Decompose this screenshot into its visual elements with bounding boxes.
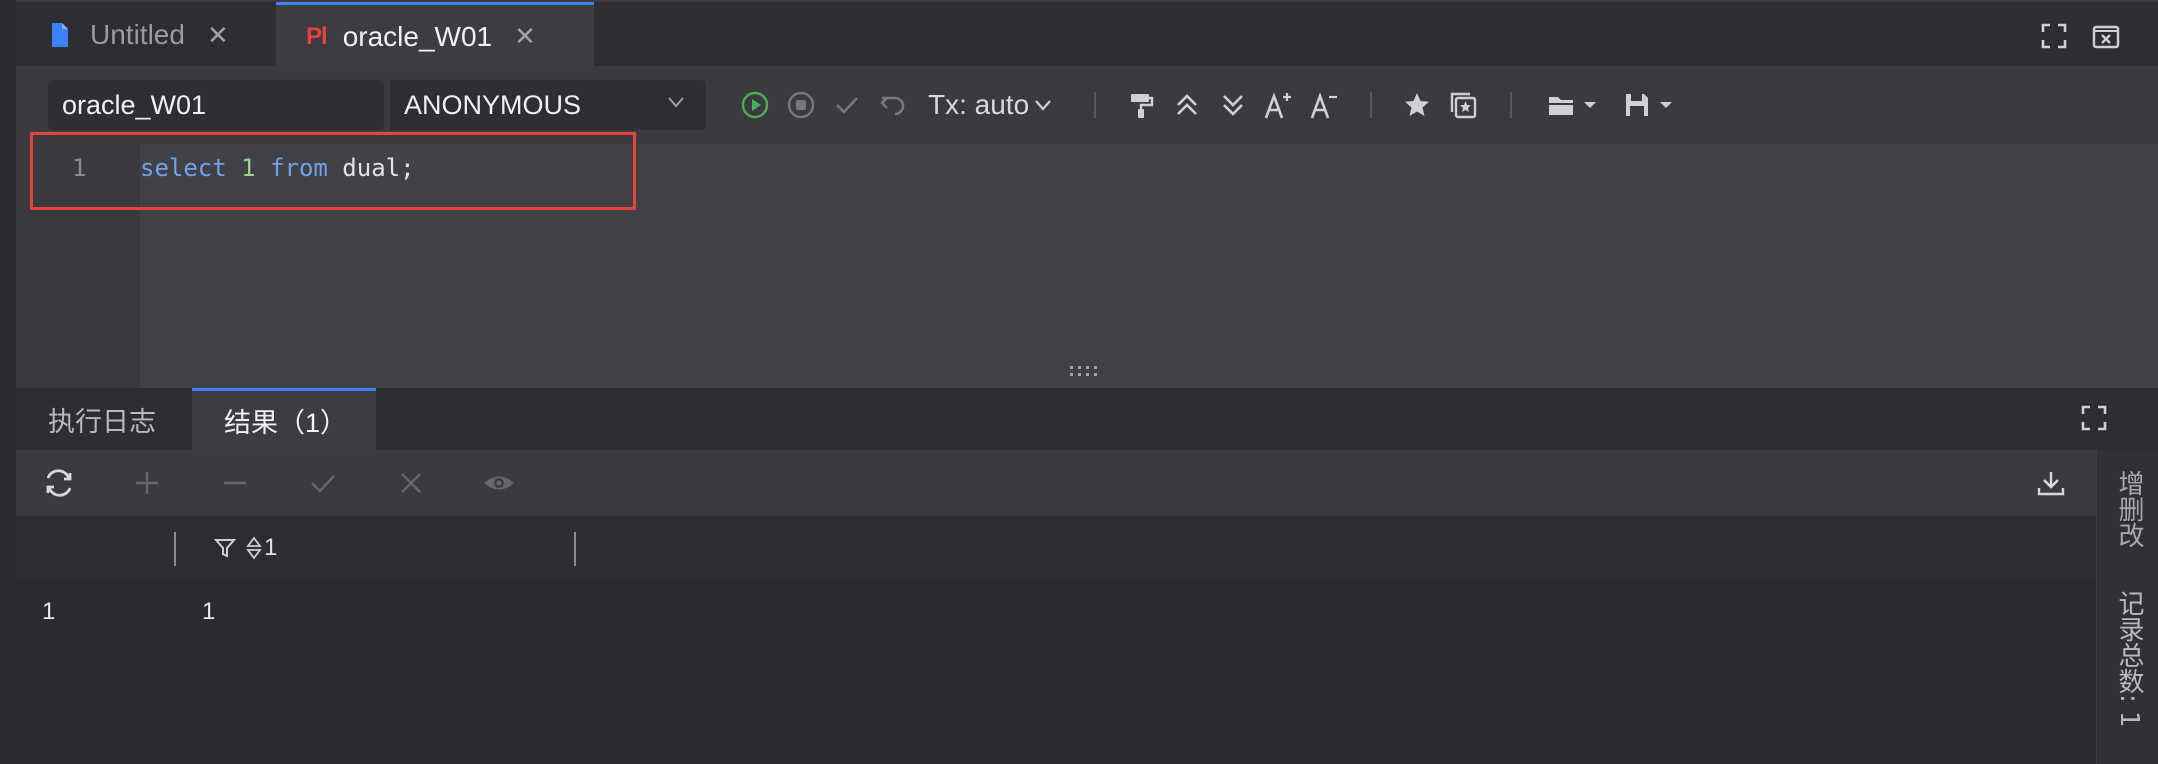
export-button[interactable] [2032,464,2070,502]
open-file-button[interactable] [1540,86,1604,124]
schema-select[interactable]: ANONYMOUS [384,80,706,130]
connection-field[interactable]: oracle_W01 [48,80,384,130]
sql-editor[interactable]: 1 select 1 from dual; [16,132,2158,388]
column-resize-handle[interactable] [174,532,176,566]
chevron-down-icon [668,97,684,108]
tx-mode-select[interactable]: Tx: auto [928,86,1053,124]
side-panel: 增删改 记录总数: 1 [2096,450,2158,764]
play-icon [741,91,769,119]
tab-untitled[interactable]: Untitled ✕ [16,2,274,68]
check-icon [836,97,858,114]
close-window-icon[interactable] [2092,22,2120,50]
preview-button[interactable] [480,464,518,502]
edit-panel-toggle[interactable]: 增删改 [2111,470,2148,548]
tab-oracle-w01[interactable]: Pl oracle_W01 ✕ [276,2,594,68]
column-resize-handle[interactable] [574,532,576,566]
cancel-changes-button[interactable] [392,464,430,502]
result-tab-bar: 执行日志 结果（1） [16,388,2158,450]
tab-execution-log[interactable]: 执行日志 [16,388,192,450]
annotation-highlight-box [30,132,636,210]
caret-down-icon [1660,102,1672,108]
close-icon [401,473,421,493]
column-header[interactable]: 1 [214,534,277,562]
tab-label: Untitled [90,19,185,50]
result-grid-header: 1 [16,516,2096,580]
collapse-all-button[interactable] [1168,86,1206,124]
schema-value: ANONYMOUS [404,89,582,120]
column-name: 1 [264,534,278,561]
undo-icon [880,96,905,116]
tab-label: 结果（1） [224,408,348,438]
favorites-list-button[interactable] [1444,86,1482,124]
record-count: 记录总数: 1 [2114,590,2144,728]
expand-all-button[interactable] [1214,86,1252,124]
run-button[interactable] [736,86,774,124]
format-button[interactable] [1122,86,1160,124]
document-icon [52,23,68,47]
eye-icon [484,476,514,490]
confirm-changes-button[interactable] [304,464,342,502]
increase-font-button[interactable] [1260,86,1298,124]
tx-mode-value: Tx: auto [928,89,1030,120]
caret-down-icon [1584,102,1596,108]
left-edge-strip [0,0,16,764]
plus-icon [136,472,158,494]
tab-result[interactable]: 结果（1） [192,388,376,450]
star-icon [1405,93,1429,116]
row-number: 1 [42,598,56,625]
stop-icon [787,91,815,119]
maximize-icon[interactable] [2080,404,2108,432]
save-button[interactable] [1616,86,1680,124]
close-icon[interactable]: ✕ [207,20,229,51]
font-increase-icon [1264,92,1291,119]
save-icon [1626,94,1648,116]
minus-icon [224,481,246,485]
download-icon [2037,472,2065,496]
chevron-down-icon [1035,100,1051,111]
maximize-icon[interactable] [2040,22,2068,50]
splitter-handle-icon[interactable] [1068,364,1100,378]
chevrons-down-icon [1223,95,1243,116]
stop-button[interactable] [782,86,820,124]
font-decrease-icon [1310,92,1337,119]
tab-label: 执行日志 [48,406,156,437]
bookmark-star-icon [1450,92,1477,119]
refresh-button[interactable] [40,464,78,502]
paint-roller-icon [1131,94,1154,118]
favorite-button[interactable] [1398,86,1436,124]
toolbar-divider [1094,92,1096,118]
close-icon[interactable]: ✕ [514,21,536,52]
folder-icon [1549,97,1573,115]
rollback-button[interactable] [874,86,912,124]
sort-icon[interactable] [246,536,262,560]
result-toolbar [16,450,2096,516]
check-icon [311,475,335,493]
toolbar-divider [1510,92,1512,118]
toolbar-divider [1370,92,1372,118]
add-row-button[interactable] [128,464,166,502]
editor-tab-bar: Untitled ✕ Pl oracle_W01 ✕ [16,0,2158,68]
table-cell[interactable]: 1 [202,598,215,626]
chevrons-up-icon [1177,94,1197,115]
pl-badge: Pl [306,22,328,50]
decrease-font-button[interactable] [1306,86,1344,124]
filter-icon[interactable] [214,537,236,559]
result-grid-body: 1 1 [16,580,2096,764]
delete-row-button[interactable] [216,464,254,502]
commit-button[interactable] [828,86,866,124]
tab-label: oracle_W01 [342,20,493,52]
refresh-icon [46,469,72,497]
